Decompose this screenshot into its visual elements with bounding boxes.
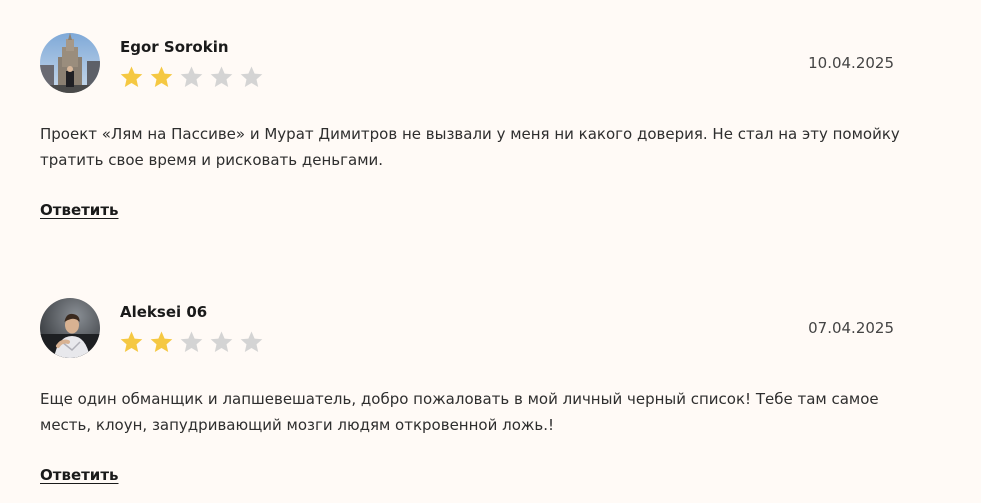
- star-filled-icon: [150, 331, 173, 352]
- review-author: Aleksei 06: [120, 303, 208, 321]
- review-date: 10.04.2025: [808, 54, 894, 72]
- reply-link[interactable]: Ответить: [40, 466, 119, 484]
- star-empty-icon: [180, 66, 203, 87]
- star-empty-icon: [240, 66, 263, 87]
- reply-link[interactable]: Ответить: [40, 201, 119, 219]
- star-empty-icon: [240, 331, 263, 352]
- star-filled-icon: [150, 66, 173, 87]
- city-tower-photo-avatar: [40, 33, 100, 93]
- user-avatar: [40, 298, 100, 358]
- review-author: Egor Sorokin: [120, 38, 229, 56]
- review-text: Еще один обманщик и лапшевешатель, добро…: [40, 390, 879, 434]
- man-portrait-photo-avatar: [40, 298, 100, 358]
- star-empty-icon: [180, 331, 203, 352]
- review-date: 07.04.2025: [808, 319, 894, 337]
- star-empty-icon: [210, 331, 233, 352]
- star-filled-icon: [120, 66, 143, 87]
- star-filled-icon: [120, 331, 143, 352]
- user-avatar: [40, 33, 100, 93]
- review-text: Проект «Лям на Пассиве» и Мурат Димитров…: [40, 125, 900, 169]
- rating-stars: [119, 330, 264, 355]
- star-empty-icon: [210, 66, 233, 87]
- rating-stars: [119, 65, 264, 90]
